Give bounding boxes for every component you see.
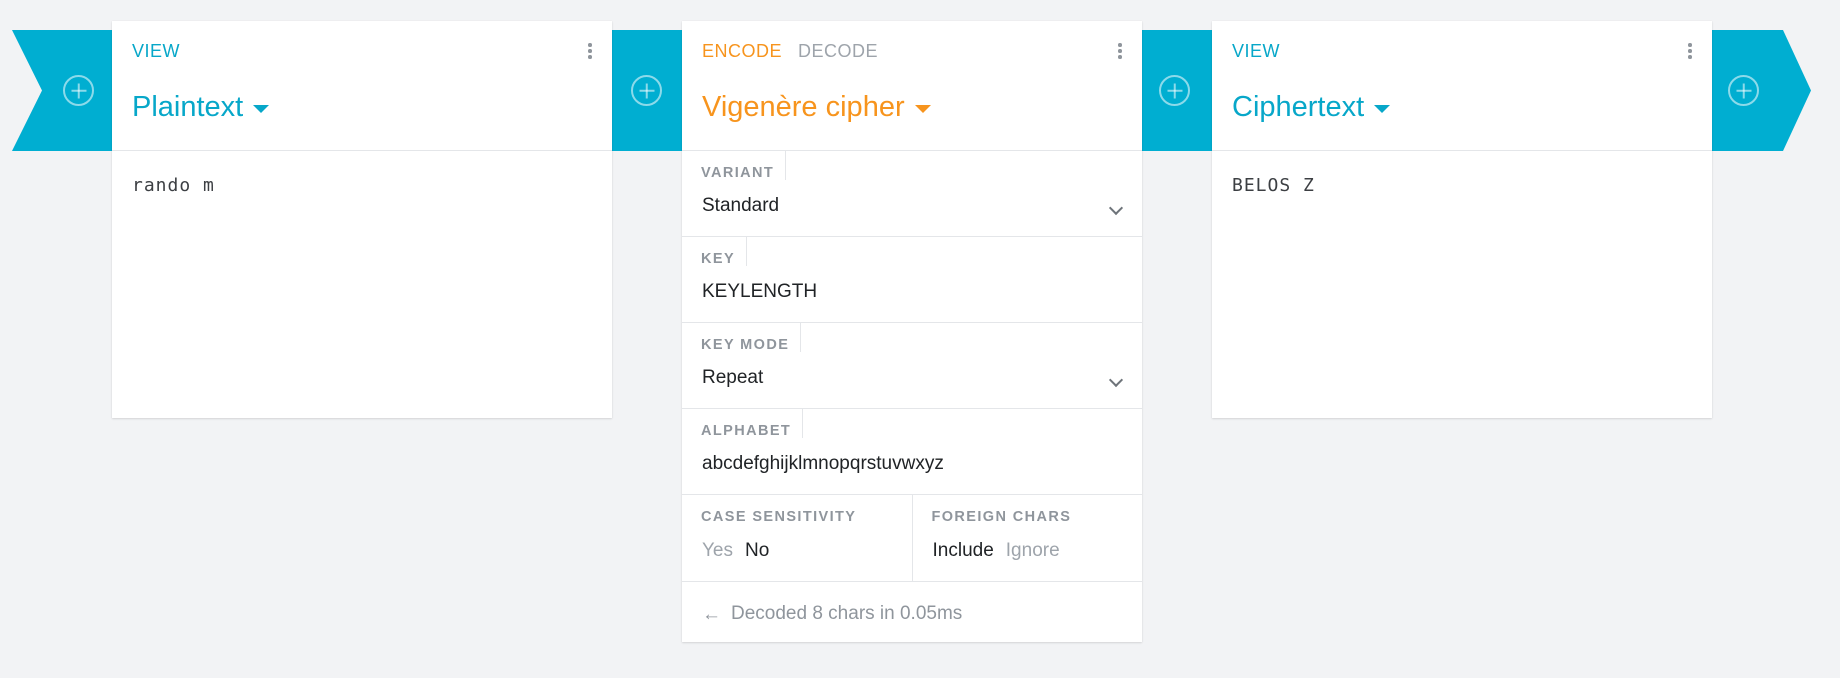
case-sensitivity-toggle: CASE SENSITIVITY Yes No xyxy=(682,495,912,581)
field-value: Standard xyxy=(702,195,780,216)
card-tabs: VIEW xyxy=(1232,41,1280,62)
arrow-left-icon: ← xyxy=(702,604,721,625)
caret-down-icon xyxy=(914,105,931,113)
more-options-icon[interactable] xyxy=(588,43,592,59)
ciphertext-content[interactable]: BELOS Z xyxy=(1232,175,1315,196)
add-circle-icon[interactable] xyxy=(1159,75,1190,106)
foreign-ignore-option[interactable]: Ignore xyxy=(1006,540,1060,562)
foreign-chars-toggle: FOREIGN CHARS Include Ignore xyxy=(911,495,1143,581)
more-options-icon[interactable] xyxy=(1688,43,1692,59)
field-value: abcdefghijklmnopqrstuvwxyz xyxy=(702,453,944,474)
field-label: FOREIGN CHARS xyxy=(931,509,1072,525)
card-tabs: VIEW xyxy=(132,41,180,62)
alphabet-field[interactable]: ALPHABET abcdefghijklmnopqrstuvwxyz xyxy=(682,409,1142,495)
field-label: KEY xyxy=(701,237,748,267)
plaintext-content[interactable]: rando m xyxy=(132,175,215,196)
add-circle-icon[interactable] xyxy=(631,75,662,106)
add-circle-icon xyxy=(63,75,94,106)
caret-down-icon xyxy=(253,105,270,113)
card-title: Ciphertext xyxy=(1232,91,1365,123)
pipeline-band-1 xyxy=(612,30,682,151)
key-field[interactable]: KEY KEYLENGTH xyxy=(682,237,1142,323)
status-bar: ← Decoded 8 chars in 0.05ms xyxy=(682,582,1142,644)
field-value: KEYLENGTH xyxy=(702,281,818,302)
field-label: KEY MODE xyxy=(701,323,802,353)
card-header: VIEW Ciphertext xyxy=(1212,21,1712,151)
add-circle-icon xyxy=(1728,75,1759,106)
toggle-row: CASE SENSITIVITY Yes No FOREIGN CHARS In… xyxy=(682,495,1142,582)
add-button-3[interactable] xyxy=(1728,30,1768,151)
status-message: Decoded 8 chars in 0.05ms xyxy=(731,603,963,624)
chevron-down-icon xyxy=(1108,200,1124,216)
tab-view[interactable]: VIEW xyxy=(132,41,180,62)
variant-select[interactable]: VARIANT Standard xyxy=(682,151,1142,237)
ciphertext-title-dropdown[interactable]: Ciphertext xyxy=(1232,91,1391,124)
tab-view[interactable]: VIEW xyxy=(1232,41,1280,62)
card-header: VIEW Plaintext xyxy=(112,21,612,151)
key-mode-select[interactable]: KEY MODE Repeat xyxy=(682,323,1142,409)
case-no-option[interactable]: No xyxy=(745,540,769,562)
chevron-down-icon xyxy=(1108,372,1124,388)
field-label: CASE SENSITIVITY xyxy=(701,509,857,525)
card-tabs: ENCODE DECODE xyxy=(702,41,878,62)
ciphertext-card: VIEW Ciphertext BELOS Z xyxy=(1212,21,1712,418)
card-header: ENCODE DECODE Vigenère cipher xyxy=(682,21,1142,151)
field-label: VARIANT xyxy=(701,151,787,181)
tab-decode[interactable]: DECODE xyxy=(798,41,878,62)
case-yes-option[interactable]: Yes xyxy=(702,540,733,562)
card-title: Plaintext xyxy=(132,91,244,123)
more-options-icon[interactable] xyxy=(1118,43,1122,59)
plaintext-title-dropdown[interactable]: Plaintext xyxy=(132,91,270,124)
field-value: Repeat xyxy=(702,367,764,388)
cipher-title-dropdown[interactable]: Vigenère cipher xyxy=(702,91,931,124)
add-button-0[interactable] xyxy=(60,30,114,151)
tab-encode[interactable]: ENCODE xyxy=(702,41,782,62)
cipher-card: ENCODE DECODE Vigenère cipher VARIANT St… xyxy=(682,21,1142,642)
caret-down-icon xyxy=(1374,105,1391,113)
field-label: ALPHABET xyxy=(701,409,804,439)
card-title: Vigenère cipher xyxy=(702,91,905,123)
plaintext-card: VIEW Plaintext rando m xyxy=(112,21,612,418)
foreign-include-option[interactable]: Include xyxy=(933,540,994,562)
pipeline-band-2 xyxy=(1142,30,1212,151)
